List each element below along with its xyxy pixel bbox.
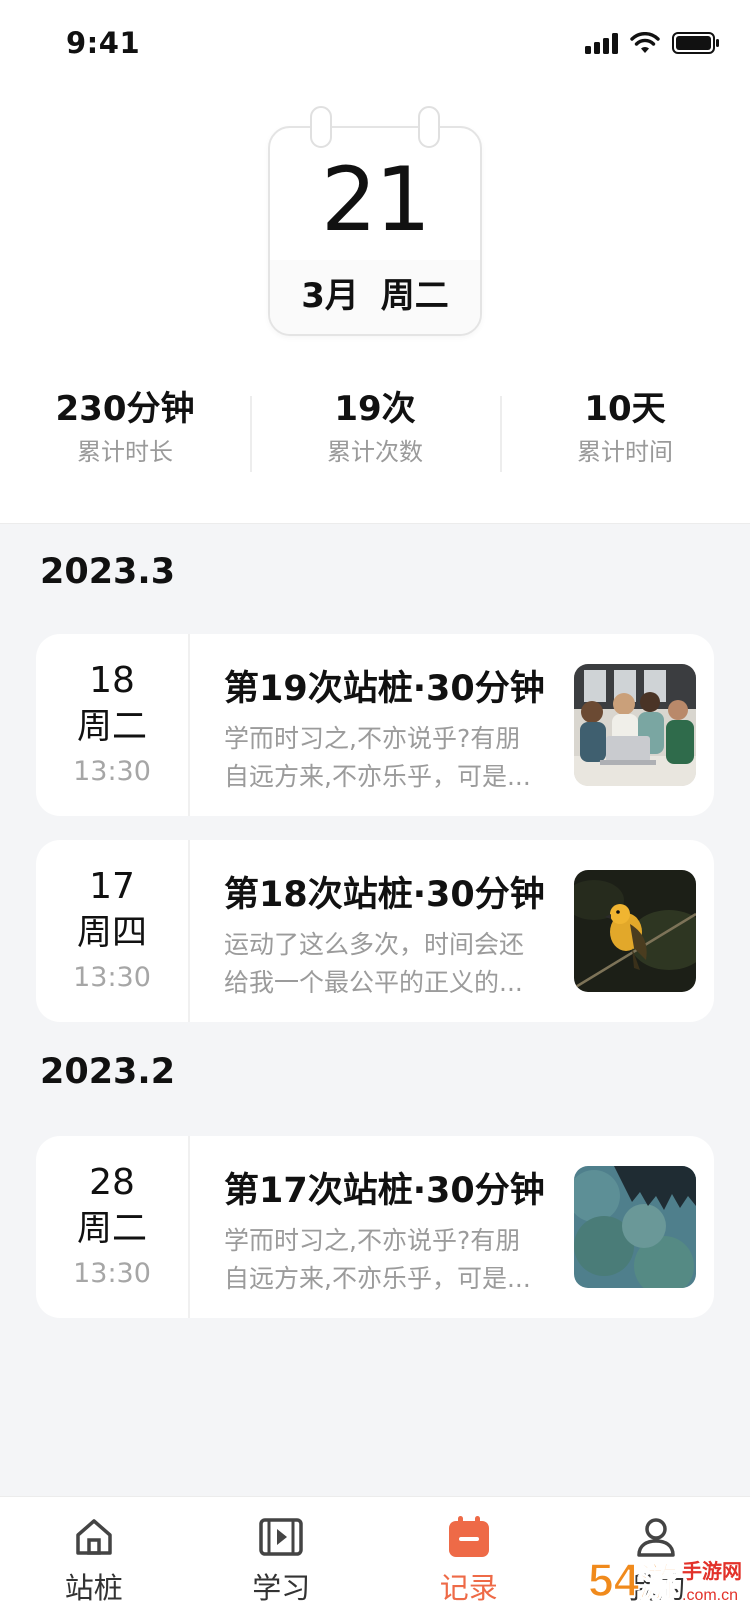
record-desc-line: 运动了这么多次，时间会还 — [224, 930, 525, 959]
status-icons — [585, 32, 720, 54]
tab-zhanzhuang[interactable]: 站桩 — [0, 1497, 188, 1624]
tab-records[interactable]: 记录 — [375, 1497, 563, 1624]
record-time: 13:30 — [73, 962, 151, 993]
stat-label: 累计次数 — [327, 438, 423, 466]
record-time: 13:30 — [73, 1258, 151, 1289]
record-time: 13:30 — [73, 756, 151, 787]
tab-label: 站桩 — [64, 1571, 123, 1605]
record-date: 28 周二 13:30 — [36, 1136, 190, 1318]
site-watermark-logo: 54 游 手游网 .com.cn — [586, 1544, 746, 1614]
svg-text:54: 54 — [588, 1554, 640, 1606]
today-calendar-badge: 21 3月 周二 — [268, 106, 482, 336]
record-day: 17 — [89, 866, 135, 907]
battery-icon — [672, 32, 720, 54]
record-weekday: 周二 — [76, 1209, 147, 1249]
tab-label: 记录 — [439, 1571, 498, 1605]
svg-text:手游网: 手游网 — [682, 1559, 742, 1583]
calendar-ring-icon — [418, 106, 440, 148]
calendar-day: 21 — [321, 148, 431, 251]
calendar-ring-icon — [310, 106, 332, 148]
record-card[interactable]: 18 周二 13:30 第19次站桩·30分钟 学而时习之,不亦说乎?有朋 自远… — [36, 634, 714, 816]
stat-total-count: 19次 累计次数 — [250, 386, 500, 476]
record-title: 第19次站桩·30分钟 — [224, 669, 545, 709]
record-card[interactable]: 28 周二 13:30 第17次站桩·30分钟 学而时习之,不亦说乎?有朋 自远… — [36, 1136, 714, 1318]
stat-value: 10天 — [584, 389, 666, 429]
record-description: 学而时习之,不亦说乎?有朋 自远方来,不亦乐乎，可是... — [224, 720, 562, 796]
record-day: 28 — [89, 1162, 135, 1203]
status-time: 9:41 — [66, 26, 141, 60]
yellow-bird-photo — [574, 870, 696, 992]
calendar-icon — [375, 1515, 563, 1561]
record-description: 学而时习之,不亦说乎?有朋 自远方来,不亦乐乎，可是... — [224, 1222, 562, 1298]
stat-value: 19次 — [334, 389, 416, 429]
summary-header: 9:41 21 3月 周二 230分钟 累计时长 19次 累计次数 10天 累计… — [0, 0, 750, 524]
calendar-month-weekday: 3月 周二 — [270, 260, 480, 334]
record-desc-line: 自远方来,不亦乐乎，可是... — [224, 1264, 531, 1293]
home-icon — [0, 1515, 188, 1561]
tab-study[interactable]: 学习 — [188, 1497, 376, 1624]
tab-label: 学习 — [252, 1571, 311, 1605]
record-weekday: 周四 — [76, 913, 147, 953]
stat-label: 累计时长 — [77, 438, 173, 466]
month-header: 2023.2 — [40, 1052, 176, 1092]
record-date: 18 周二 13:30 — [36, 634, 190, 816]
stats-row: 230分钟 累计时长 19次 累计次数 10天 累计时间 — [0, 386, 750, 476]
record-title: 第17次站桩·30分钟 — [224, 1171, 545, 1211]
calendar-weekday: 周二 — [380, 276, 449, 316]
video-icon — [188, 1515, 376, 1561]
stat-total-days: 10天 累计时间 — [500, 386, 750, 476]
stat-value: 230分钟 — [55, 389, 195, 429]
wifi-icon — [630, 32, 660, 54]
record-date: 17 周四 13:30 — [36, 840, 190, 1022]
record-desc-line: 给我一个最公平的正义的... — [224, 968, 523, 997]
record-weekday: 周二 — [76, 707, 147, 747]
signal-icon — [585, 32, 618, 54]
month-header: 2023.3 — [40, 552, 176, 592]
people-laptop-photo — [574, 664, 696, 786]
record-card[interactable]: 17 周四 13:30 第18次站桩·30分钟 运动了这么多次，时间会还 给我一… — [36, 840, 714, 1022]
record-day: 18 — [89, 660, 135, 701]
calendar-month: 3月 — [301, 276, 359, 316]
svg-text:游: 游 — [638, 1561, 678, 1605]
record-desc-line: 自远方来,不亦乐乎，可是... — [224, 762, 531, 791]
record-desc-line: 学而时习之,不亦说乎?有朋 — [224, 1226, 521, 1255]
svg-text:.com.cn: .com.cn — [682, 1587, 738, 1604]
blue-forest-photo — [574, 1166, 696, 1288]
stat-total-duration: 230分钟 累计时长 — [0, 386, 250, 476]
stat-label: 累计时间 — [577, 438, 673, 466]
record-desc-line: 学而时习之,不亦说乎?有朋 — [224, 724, 521, 753]
record-description: 运动了这么多次，时间会还 给我一个最公平的正义的... — [224, 926, 562, 1002]
record-title: 第18次站桩·30分钟 — [224, 875, 545, 915]
